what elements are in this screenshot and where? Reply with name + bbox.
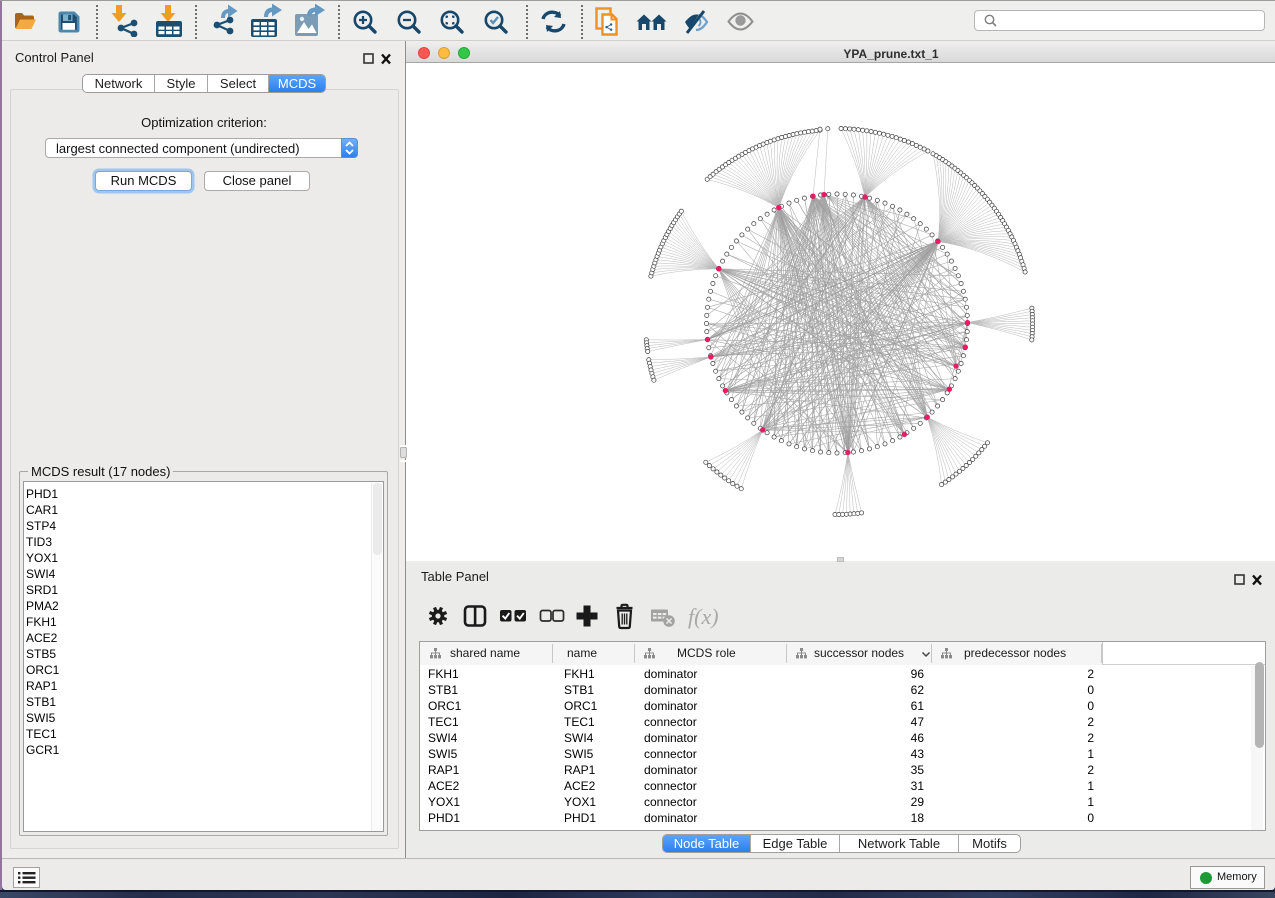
svg-text:f(x): f(x) xyxy=(688,604,719,629)
